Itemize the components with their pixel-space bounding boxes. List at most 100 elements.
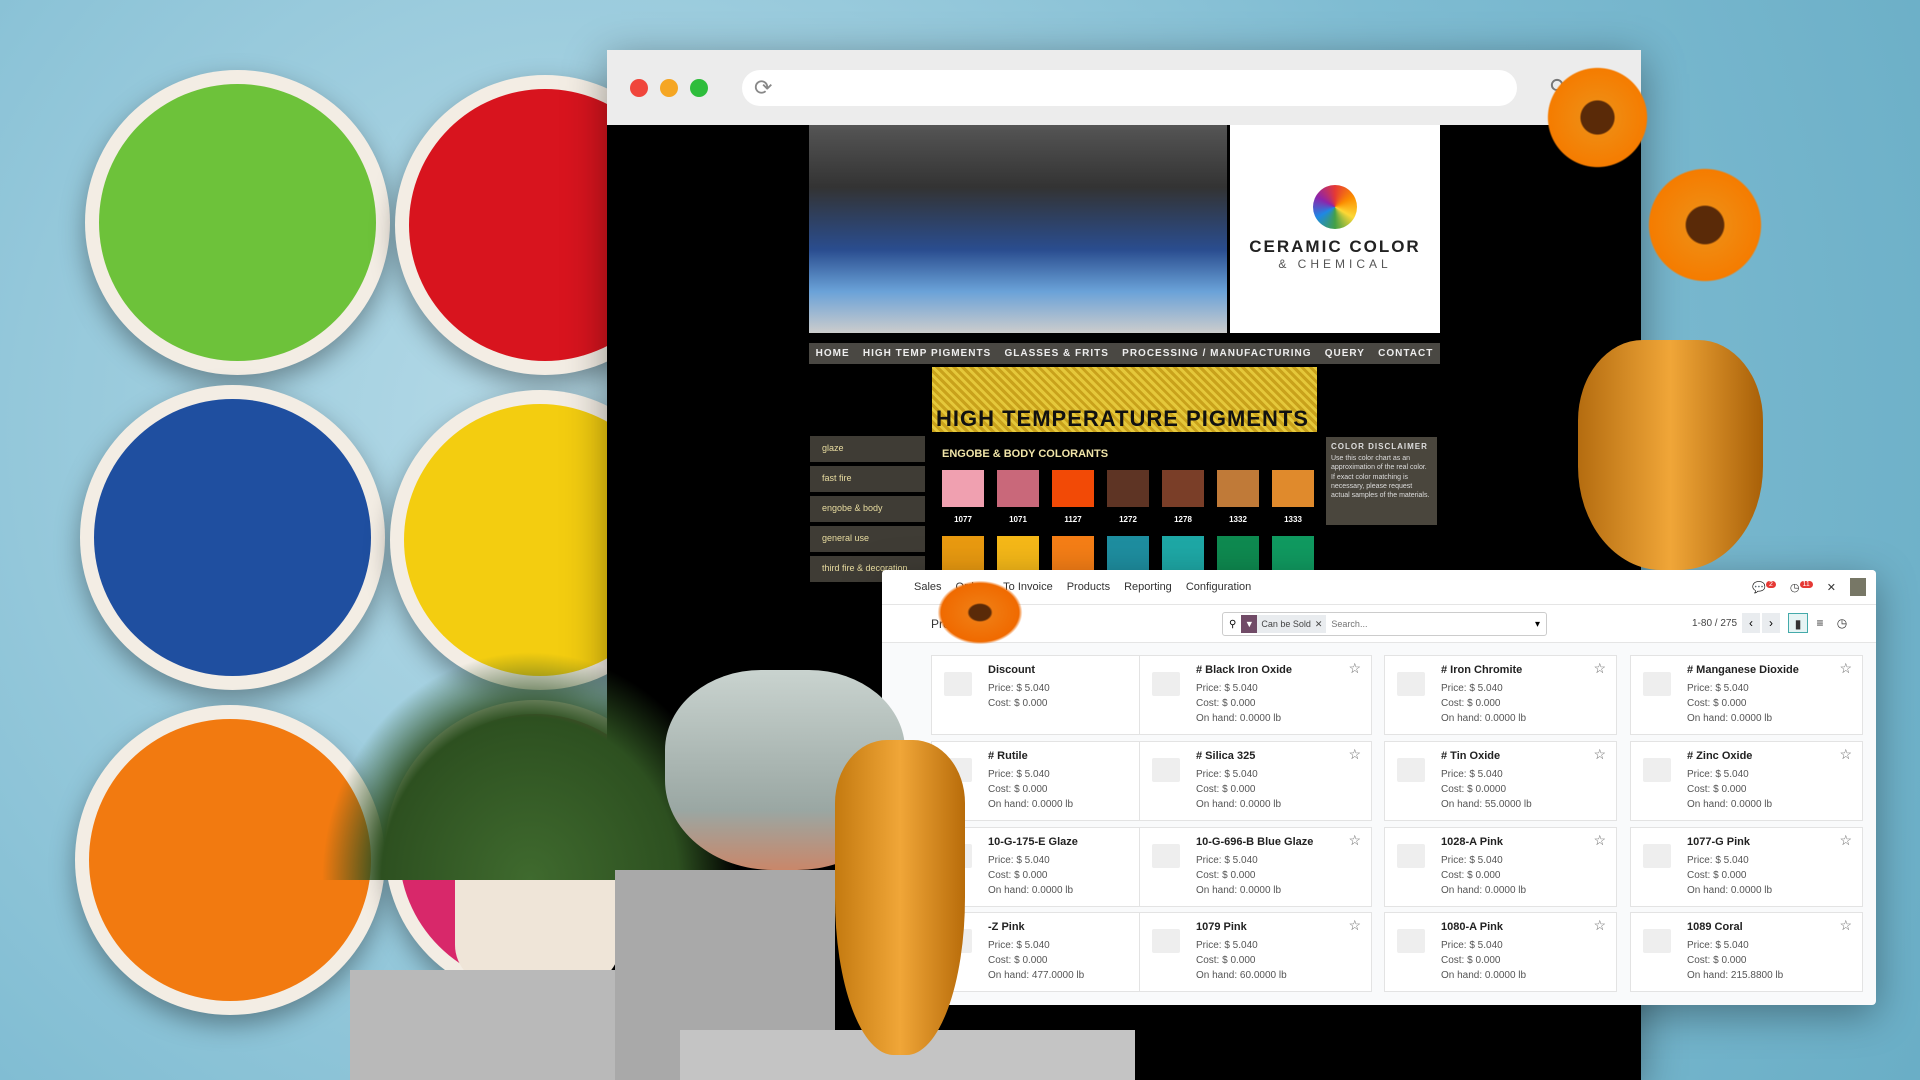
kanban-view-button[interactable]: ▮ xyxy=(1788,613,1808,633)
product-onhand: On hand: 0.0000 lb xyxy=(1441,970,1527,981)
maximize-window-button[interactable] xyxy=(690,78,708,97)
favorite-star-icon[interactable]: ☆ xyxy=(1593,917,1606,934)
product-price: Price: $ 5.040 xyxy=(1687,855,1749,866)
product-card[interactable]: 1079 Pink Price: $ 5.040 Cost: $ 0.000 O… xyxy=(1139,912,1372,992)
swatch-color xyxy=(1162,536,1204,573)
swatch-code: 1077 xyxy=(954,515,972,524)
product-price: Price: $ 5.040 xyxy=(988,855,1050,866)
company-logo[interactable]: CERAMIC COLOR & CHEMICAL xyxy=(1230,125,1440,333)
favorite-star-icon[interactable]: ☆ xyxy=(1593,832,1606,849)
product-card[interactable]: 10-G-175-E Glaze Price: $ 5.040 Cost: $ … xyxy=(931,827,1164,907)
swatch-color xyxy=(1217,470,1259,507)
product-card[interactable]: 10-G-696-B Blue Glaze Price: $ 5.040 Cos… xyxy=(1139,827,1372,907)
nav-home[interactable]: HOME xyxy=(816,348,850,359)
product-card[interactable]: Discount Price: $ 5.040 Cost: $ 0.000 ★ xyxy=(931,655,1164,735)
breadcrumb[interactable]: Products xyxy=(931,617,978,631)
activities-icon[interactable]: ◷ 11 xyxy=(1790,580,1813,594)
swatch-color xyxy=(1052,536,1094,573)
favorite-star-icon[interactable]: ☆ xyxy=(1839,917,1852,934)
category-fast-fire[interactable]: fast fire xyxy=(810,466,925,492)
filter-facet[interactable]: ▼ Can be Sold ✕ xyxy=(1241,615,1327,633)
colorants-section: ENGOBE & BODY COLORANTS 1077 1071 1127 1272… xyxy=(932,448,1317,581)
favorite-star-icon[interactable]: ☆ xyxy=(1593,660,1606,677)
product-card[interactable]: # Iron Chromite Price: $ 5.040 Cost: $ 0… xyxy=(1384,655,1617,735)
favorite-star-icon[interactable]: ☆ xyxy=(1839,746,1852,763)
image-placeholder-icon xyxy=(944,672,972,696)
image-placeholder-icon xyxy=(944,844,972,868)
tools-icon[interactable]: ✕ xyxy=(1827,581,1836,594)
product-card[interactable]: # Tin Oxide Price: $ 5.040 Cost: $ 0.000… xyxy=(1384,741,1617,821)
menu-reporting[interactable]: Reporting xyxy=(1124,581,1172,593)
app-sales[interactable]: Sales xyxy=(914,581,942,593)
previous-page-button[interactable]: ‹ xyxy=(1742,613,1760,633)
disclaimer-title: COLOR DISCLAIMER xyxy=(1331,442,1428,451)
search-bar[interactable]: ⚲ ▼Can be Sold ✕ ▾ xyxy=(1222,612,1547,636)
swatch-code: 1333 xyxy=(1284,515,1302,524)
filter-label: Can be Sold xyxy=(1261,619,1311,629)
category-glaze[interactable]: glaze xyxy=(810,436,925,462)
favorite-star-icon[interactable]: ☆ xyxy=(1348,917,1361,934)
swatch-code: 1071 xyxy=(1009,515,1027,524)
menu-products[interactable]: Products xyxy=(1067,581,1110,593)
color-swatch[interactable]: 1071 xyxy=(997,470,1039,524)
product-card[interactable]: # Silica 325 Price: $ 5.040 Cost: $ 0.00… xyxy=(1139,741,1372,821)
menu-orders[interactable]: Orders xyxy=(956,581,990,593)
user-avatar[interactable] xyxy=(1850,578,1866,596)
color-swatch[interactable]: 1077 xyxy=(942,470,984,524)
product-card[interactable]: 1080-A Pink Price: $ 5.040 Cost: $ 0.000… xyxy=(1384,912,1617,992)
activity-view-button[interactable]: ◷ xyxy=(1832,613,1852,633)
messages-icon[interactable]: 💬 2 xyxy=(1752,580,1776,594)
color-swatch[interactable]: 1278 xyxy=(1162,470,1204,524)
menu-configuration[interactable]: Configuration xyxy=(1186,581,1251,593)
product-card[interactable]: # Rutile Price: $ 5.040 Cost: $ 0.000 On… xyxy=(931,741,1164,821)
product-card[interactable]: -Z Pink Price: $ 5.040 Cost: $ 0.000 On … xyxy=(931,912,1164,992)
minimize-window-button[interactable] xyxy=(660,78,678,97)
site-nav: HOME HIGH TEMP PIGMENTS GLASSES & FRITS … xyxy=(809,343,1440,364)
nav-glasses-frits[interactable]: GLASSES & FRITS xyxy=(1004,348,1108,359)
favorite-star-icon[interactable]: ☆ xyxy=(1348,832,1361,849)
color-swatch[interactable]: 1272 xyxy=(1107,470,1149,524)
swatch-code: 1278 xyxy=(1174,515,1192,524)
nav-high-temp-pigments[interactable]: HIGH TEMP PIGMENTS xyxy=(863,348,991,359)
next-page-button[interactable]: › xyxy=(1762,613,1780,633)
reload-icon[interactable]: ⟳ xyxy=(754,75,772,101)
category-general-use[interactable]: general use xyxy=(810,526,925,552)
favorite-star-icon[interactable]: ☆ xyxy=(1348,746,1361,763)
nav-query[interactable]: QUERY xyxy=(1325,348,1365,359)
product-card[interactable]: 1028-A Pink Price: $ 5.040 Cost: $ 0.000… xyxy=(1384,827,1617,907)
favorite-star-icon[interactable]: ☆ xyxy=(1839,660,1852,677)
banner-title: HIGH TEMPERATURE PIGMENTS xyxy=(936,406,1309,431)
product-cost: Cost: $ 0.000 xyxy=(1687,784,1747,795)
color-swatch[interactable]: 1332 xyxy=(1217,470,1259,524)
remove-filter-icon[interactable]: ✕ xyxy=(1315,619,1323,630)
search-options-dropdown[interactable]: ▾ xyxy=(1535,619,1540,630)
product-onhand: On hand: 477.0000 lb xyxy=(988,970,1085,981)
product-card[interactable]: 1089 Coral Price: $ 5.040 Cost: $ 0.000 … xyxy=(1630,912,1863,992)
filter-icon: ▼ xyxy=(1241,615,1258,633)
product-price: Price: $ 5.040 xyxy=(988,940,1050,951)
product-card[interactable]: # Zinc Oxide Price: $ 5.040 Cost: $ 0.00… xyxy=(1630,741,1863,821)
swatch-color xyxy=(942,470,984,507)
product-card[interactable]: # Manganese Dioxide Price: $ 5.040 Cost:… xyxy=(1630,655,1863,735)
nav-contact[interactable]: CONTACT xyxy=(1378,348,1433,359)
category-engobe-body[interactable]: engobe & body xyxy=(810,496,925,522)
product-name: 10-G-696-B Blue Glaze xyxy=(1196,836,1314,848)
menu-to-invoice[interactable]: To Invoice xyxy=(1003,581,1053,593)
nav-processing[interactable]: PROCESSING / MANUFACTURING xyxy=(1122,348,1311,359)
product-card[interactable]: # Black Iron Oxide Price: $ 5.040 Cost: … xyxy=(1139,655,1372,735)
color-swatch[interactable]: 1333 xyxy=(1272,470,1314,524)
search-icon[interactable]: ⚲ xyxy=(1549,75,1565,101)
pager-value[interactable]: 1-80 / 275 xyxy=(1692,618,1737,629)
address-bar[interactable]: ⟳ xyxy=(742,69,1517,106)
color-swatch[interactable]: 1127 xyxy=(1052,470,1094,524)
favorite-star-icon[interactable]: ☆ xyxy=(1593,746,1606,763)
search-input[interactable] xyxy=(1331,619,1530,629)
blue-pigment-bowl xyxy=(80,385,385,690)
product-onhand: On hand: 0.0000 lb xyxy=(1196,885,1282,896)
favorite-star-icon[interactable]: ☆ xyxy=(1839,832,1852,849)
list-view-button[interactable]: ≡ xyxy=(1810,613,1830,633)
product-onhand: On hand: 60.0000 lb xyxy=(1196,970,1287,981)
favorite-star-icon[interactable]: ☆ xyxy=(1348,660,1361,677)
close-window-button[interactable] xyxy=(630,78,648,97)
product-card[interactable]: 1077-G Pink Price: $ 5.040 Cost: $ 0.000… xyxy=(1630,827,1863,907)
